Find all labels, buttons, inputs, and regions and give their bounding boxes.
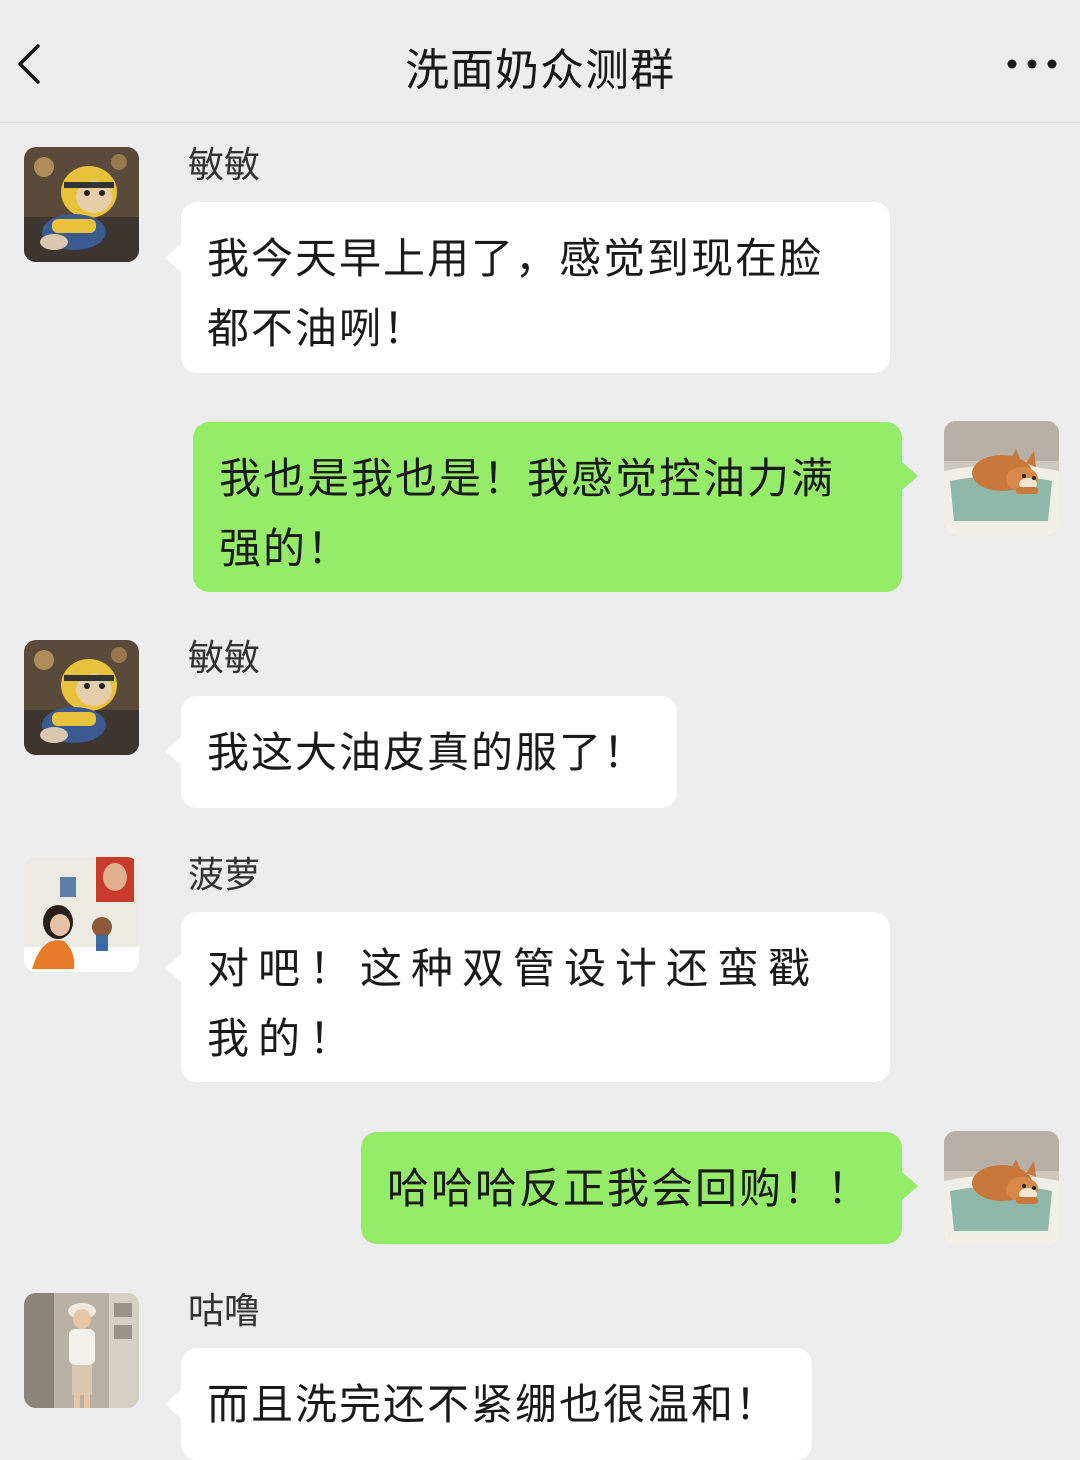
sender-name: 敏敏	[188, 145, 261, 186]
bubble-tail	[902, 462, 918, 490]
bubble-tail	[165, 244, 181, 272]
chat-title: 洗面奶众测群	[405, 45, 675, 96]
message-bubble[interactable]: 我今天早上用了，感觉到现在脸都不油咧！	[181, 202, 890, 373]
bubble-tail	[165, 954, 181, 982]
sender-name: 敏敏	[188, 638, 261, 679]
message-bubble[interactable]: 我也是我也是！我感觉控油力满强的！	[193, 422, 902, 592]
avatar-cat-minion[interactable]	[24, 147, 139, 262]
sender-name: 菠萝	[188, 855, 261, 896]
message-bubble[interactable]: 而且洗完还不紧绷也很温和！	[181, 1348, 812, 1460]
message-bubble[interactable]: 对吧！这种双管设计还蛮戳我的！	[181, 912, 890, 1082]
avatar-shiba-bath[interactable]	[944, 421, 1059, 536]
more-options-icon[interactable]	[1000, 50, 1060, 78]
bubble-tail	[165, 737, 181, 765]
message-bubble[interactable]: 我这大油皮真的服了！	[181, 696, 677, 808]
top-bar: 洗面奶众测群	[0, 0, 1080, 123]
avatar-girl-hat[interactable]	[24, 1293, 139, 1408]
avatar-cat-minion[interactable]	[24, 640, 139, 755]
message-bubble[interactable]: 哈哈哈反正我会回购！！	[361, 1132, 902, 1244]
sender-name: 咕噜	[188, 1291, 261, 1332]
bubble-tail	[165, 1390, 181, 1418]
avatar-shiba-bath[interactable]	[944, 1131, 1059, 1246]
bubble-tail	[902, 1172, 918, 1200]
avatar-girl-gallery[interactable]	[24, 857, 139, 972]
